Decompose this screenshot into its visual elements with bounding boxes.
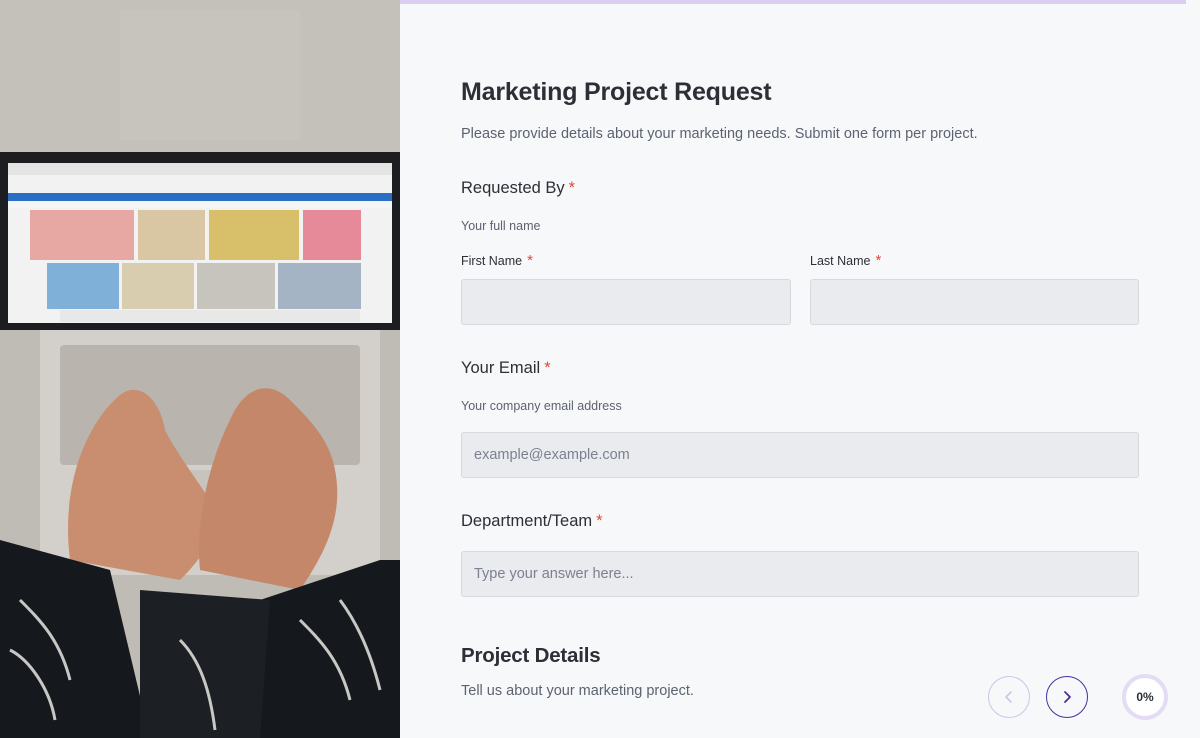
form-title: Marketing Project Request — [461, 78, 772, 106]
top-progress-line — [400, 0, 1186, 4]
required-marker: * — [875, 252, 882, 269]
first-name-label-text: First Name — [461, 254, 523, 268]
email-label: Your Email * — [461, 359, 551, 378]
required-marker: * — [527, 252, 533, 269]
required-marker: * — [544, 359, 551, 377]
department-label-text: Department/Team — [461, 512, 593, 530]
required-marker: * — [596, 512, 603, 530]
chevron-right-icon — [1064, 691, 1071, 703]
chevron-left-icon — [1005, 691, 1012, 703]
first-name-input[interactable] — [461, 279, 791, 325]
requested-by-label: Requested By * — [461, 179, 575, 198]
department-input[interactable] — [461, 551, 1139, 597]
last-name-label: Last Name * — [810, 252, 881, 269]
project-details-title: Project Details — [461, 644, 601, 667]
progress-percent: 0% — [1136, 690, 1154, 704]
email-label-text: Your Email — [461, 359, 541, 377]
next-button[interactable] — [1046, 676, 1088, 718]
department-label: Department/Team * — [461, 512, 603, 531]
previous-button[interactable] — [988, 676, 1030, 718]
last-name-input[interactable] — [810, 279, 1139, 325]
required-marker: * — [568, 179, 576, 197]
email-input[interactable] — [461, 432, 1139, 478]
last-name-label-text: Last Name — [810, 254, 871, 268]
project-details-description: Tell us about your marketing project. — [461, 683, 694, 699]
requested-by-label-text: Requested By — [461, 179, 565, 197]
email-sublabel: Your company email address — [461, 399, 622, 413]
hero-photo — [0, 0, 400, 738]
first-name-label: First Name * — [461, 252, 533, 269]
requested-by-sublabel: Your full name — [461, 219, 541, 233]
form-description: Please provide details about your market… — [461, 126, 978, 142]
